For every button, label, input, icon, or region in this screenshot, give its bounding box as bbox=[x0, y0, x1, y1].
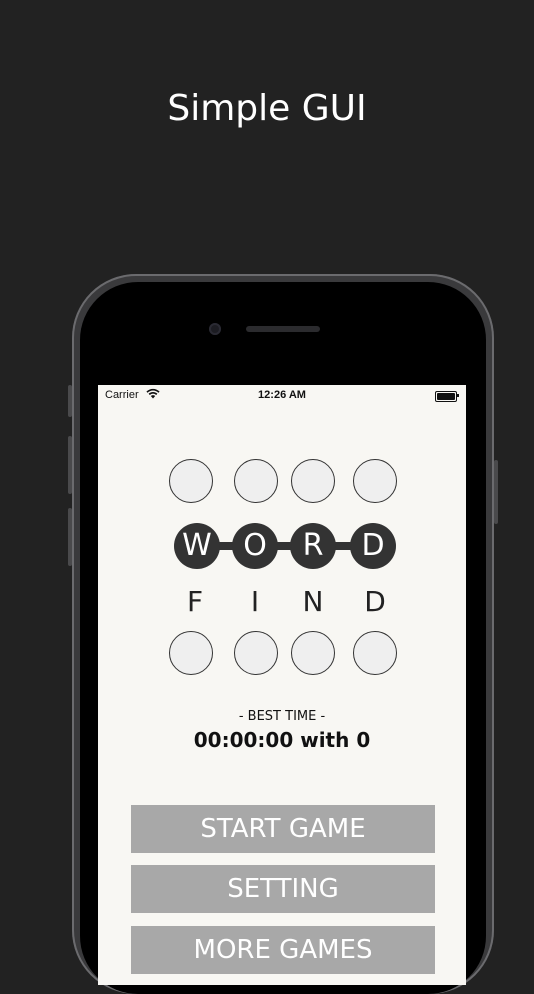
best-time-label: - BEST TIME - bbox=[238, 709, 326, 724]
best-time-value: 00:00:00 with 0 bbox=[193, 728, 371, 752]
mute-switch bbox=[68, 385, 72, 417]
power-button bbox=[494, 460, 498, 524]
logo-letter: W bbox=[174, 523, 220, 569]
app-screen: Carrier 12:26 AM W O R D F I N D - BEST … bbox=[98, 385, 466, 985]
front-camera-icon bbox=[209, 323, 221, 335]
logo-link bbox=[204, 542, 374, 550]
logo-circle bbox=[169, 631, 213, 675]
logo-word: W O R D bbox=[174, 523, 396, 569]
logo-circle bbox=[291, 631, 335, 675]
status-bar: Carrier 12:26 AM bbox=[98, 385, 466, 405]
logo-letter: O bbox=[232, 523, 278, 569]
setting-button[interactable]: SETTING bbox=[131, 865, 435, 913]
logo-circle bbox=[234, 631, 278, 675]
logo-letter: D bbox=[350, 523, 396, 569]
headline: Simple GUI bbox=[167, 88, 367, 129]
volume-up-button bbox=[68, 436, 72, 494]
logo-circle bbox=[353, 631, 397, 675]
logo-circle bbox=[353, 459, 397, 503]
status-time: 12:26 AM bbox=[258, 389, 306, 401]
logo-circle bbox=[291, 459, 335, 503]
logo-find-letter: D bbox=[364, 585, 386, 618]
logo-letter: R bbox=[290, 523, 336, 569]
logo-circle bbox=[169, 459, 213, 503]
more-games-button[interactable]: MORE GAMES bbox=[131, 926, 435, 974]
logo-circle bbox=[234, 459, 278, 503]
battery-icon bbox=[435, 391, 459, 402]
earpiece-speaker bbox=[246, 326, 320, 332]
logo-find-letter: N bbox=[302, 585, 324, 618]
logo-find-letter: I bbox=[250, 585, 260, 618]
volume-down-button bbox=[68, 508, 72, 566]
logo-find-letter: F bbox=[186, 585, 204, 618]
start-game-button[interactable]: START GAME bbox=[131, 805, 435, 853]
